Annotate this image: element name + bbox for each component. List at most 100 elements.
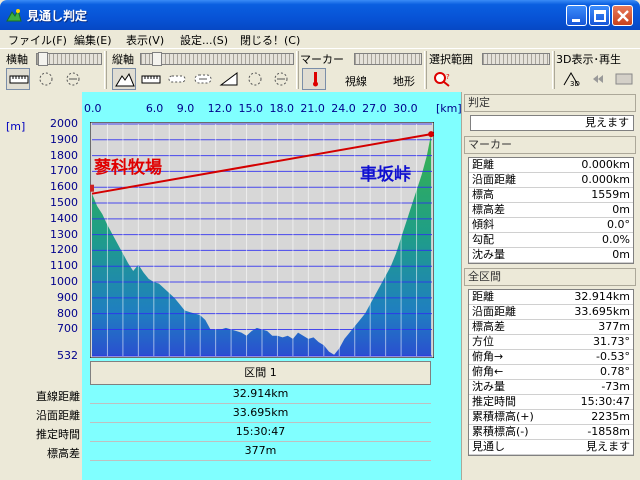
vertical-axis-slider[interactable] <box>140 53 294 65</box>
search-selection-button[interactable]: ? <box>430 68 454 90</box>
h-fit-button[interactable] <box>60 68 84 90</box>
total-key: 方位 <box>472 335 494 348</box>
toolbar-grip[interactable] <box>424 51 427 89</box>
slope-button[interactable] <box>216 68 240 90</box>
title-bar[interactable]: 見通し判定 <box>0 0 640 30</box>
y-tick-label: 1800 <box>50 148 78 162</box>
elevation-profile-chart[interactable]: 蓼科牧場 車坂峠 <box>90 122 434 358</box>
maximize-button[interactable] <box>589 5 610 26</box>
total-value: -0.53° <box>596 350 630 363</box>
marker-value: 1559m <box>591 188 630 201</box>
marker-slider[interactable] <box>354 53 422 65</box>
flatten-button[interactable] <box>164 68 188 90</box>
marker-label: マーカー <box>300 53 344 66</box>
marker-row: 沿面距離 0.000km <box>469 173 633 188</box>
y-tick-label: 1000 <box>50 275 78 289</box>
y-tick-label: 532 <box>57 349 78 362</box>
total-key: 見通し <box>472 440 505 453</box>
marker-key: 沈み量 <box>472 248 505 261</box>
marker-key: 傾斜 <box>472 218 494 231</box>
minimize-icon <box>572 19 580 22</box>
close-button[interactable] <box>612 5 633 26</box>
menu-view[interactable]: 表示(V) <box>126 32 164 48</box>
section-label-straight: 直線距離 <box>36 390 80 403</box>
marker-pin-icon <box>313 72 318 87</box>
section-header[interactable]: 区間 1 <box>90 361 431 385</box>
h-zoom-button[interactable] <box>33 68 57 90</box>
section-value-elevation-diff: 377m <box>90 442 431 461</box>
total-row: 俯角← 0.78° <box>469 365 633 380</box>
total-key: 俯角→ <box>472 350 504 363</box>
profile-chart-area[interactable]: 0.0 6.0 9.0 12.0 15.0 18.0 21.0 24.0 27.0 30.0 [k… <box>82 92 462 480</box>
section-value-straight: 32.914km <box>90 385 431 404</box>
fit-circle-icon <box>274 72 288 86</box>
v-zoom-button[interactable] <box>242 68 266 90</box>
x-tick-label: 6.0 <box>145 102 164 115</box>
total-row: 俯角→ -0.53° <box>469 350 633 365</box>
view3d-button[interactable]: 3D <box>558 68 582 90</box>
marker-key: 沿面距離 <box>472 173 516 186</box>
terrain-profile-button[interactable] <box>112 68 136 90</box>
menu-close[interactable]: 閉じる！(C) <box>240 32 300 48</box>
marker-row: 標高差 0m <box>469 203 633 218</box>
x-tick-label: 12.0 <box>207 102 233 115</box>
total-row: 方位 31.73° <box>469 335 633 350</box>
minimize-button[interactable] <box>566 5 587 26</box>
total-value: -73m <box>601 380 630 393</box>
play-button[interactable] <box>610 68 638 90</box>
horizontal-axis-slider-thumb[interactable] <box>38 52 48 66</box>
mountain-icon <box>115 72 135 87</box>
toolbar-grip[interactable] <box>552 51 555 89</box>
marker-row: 沈み量 0m <box>469 248 633 263</box>
menu-file[interactable]: ファイル(F) <box>8 32 67 48</box>
marker-row: 距離 0.000km <box>469 158 633 173</box>
marker-key: 距離 <box>472 158 494 171</box>
search-icon: ? <box>434 72 450 87</box>
total-row: 累積標高(-) -1858m <box>469 425 633 440</box>
marker-pin-button[interactable] <box>302 68 326 90</box>
maximize-icon <box>594 10 606 22</box>
rewind-button[interactable] <box>588 68 606 90</box>
ruler-icon <box>141 75 161 84</box>
window-title: 見通し判定 <box>27 9 88 23</box>
marker-key: 標高 <box>472 188 494 201</box>
svg-text:3D: 3D <box>570 80 580 87</box>
marker-key: 標高差 <box>472 203 505 216</box>
y-axis-panel: [m] 2000 1900 1800 1700 1600 1500 1400 1300 1200… <box>0 92 82 480</box>
y-tick-label: 900 <box>57 290 78 304</box>
total-value: 377m <box>598 320 630 333</box>
v-ruler-button[interactable] <box>138 68 162 90</box>
horizontal-axis-label: 横軸 <box>6 53 28 66</box>
h-ruler-button[interactable] <box>6 68 30 90</box>
vertical-axis-slider-thumb[interactable] <box>152 52 162 66</box>
y-tick-label: 1100 <box>50 259 78 273</box>
marker-header[interactable]: マーカー <box>464 136 636 154</box>
judge-header[interactable]: 判定 <box>464 94 636 112</box>
total-key: 距離 <box>472 290 494 303</box>
total-key: 累積標高(-) <box>472 425 529 438</box>
selection-range-slider[interactable] <box>482 53 550 65</box>
total-header[interactable]: 全区間 <box>464 268 636 286</box>
total-key: 俯角← <box>472 365 504 378</box>
stretch-icon <box>194 74 212 84</box>
marker-table: 距離 0.000km 沿面距離 0.000km 標高 1559m 標高差 0m 傾斜 0.0° 勾配… <box>468 157 634 264</box>
toolbar-grip[interactable] <box>296 51 299 89</box>
total-key: 沿面距離 <box>472 305 516 318</box>
app-icon <box>6 8 22 22</box>
start-marker-pin <box>90 184 94 192</box>
v-fit-button[interactable] <box>268 68 292 90</box>
total-value: 33.695km <box>574 305 630 318</box>
radio-terrain-label: 地形 <box>393 75 415 88</box>
total-row: 距離 32.914km <box>469 290 633 305</box>
section-value-time: 15:30:47 <box>90 423 431 442</box>
marker-key: 勾配 <box>472 233 494 246</box>
menu-settings[interactable]: 設定...(S) <box>180 32 228 48</box>
stretch-button[interactable] <box>190 68 214 90</box>
section-value-surface: 33.695km <box>90 404 431 423</box>
marker-value: 0.000km <box>581 173 630 186</box>
radio-line-label: 視線 <box>345 75 367 88</box>
marker-value: 0.0° <box>607 218 630 231</box>
menu-edit[interactable]: 編集(E) <box>74 32 112 48</box>
x-tick-label: 9.0 <box>176 102 195 115</box>
toolbar-grip[interactable] <box>104 51 107 89</box>
